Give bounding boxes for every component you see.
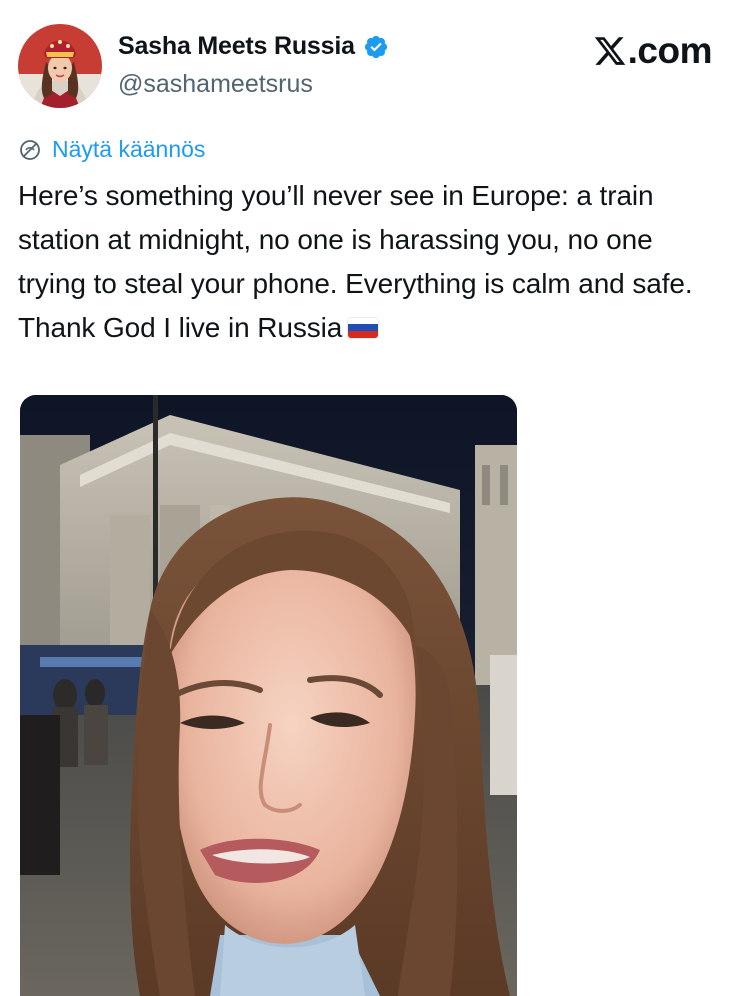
author-name-row: Sasha Meets Russia — [118, 32, 389, 61]
author-handle[interactable]: @sashameetsrus — [118, 70, 313, 99]
tweet-media[interactable] — [20, 395, 517, 996]
x-logo-icon — [594, 37, 625, 65]
tweet-text: Here’s something you’ll never see in Eur… — [18, 174, 718, 350]
brand-logo[interactable]: .com — [593, 30, 713, 72]
avatar[interactable] — [18, 24, 102, 108]
display-name[interactable]: Sasha Meets Russia — [118, 32, 355, 61]
profile-photo-icon — [18, 24, 102, 108]
translate-label: Näytä käännös — [52, 136, 206, 162]
verified-badge-icon — [364, 35, 387, 58]
globe-icon — [20, 139, 40, 160]
video-thumbnail — [20, 395, 517, 996]
translate-link[interactable]: Näytä käännös — [18, 136, 205, 163]
tweet-card: Sasha Meets Russia @sashameetsrus .com N… — [0, 0, 750, 996]
brand-label: .com — [627, 30, 713, 71]
russian-flag-emoji — [348, 317, 379, 338]
